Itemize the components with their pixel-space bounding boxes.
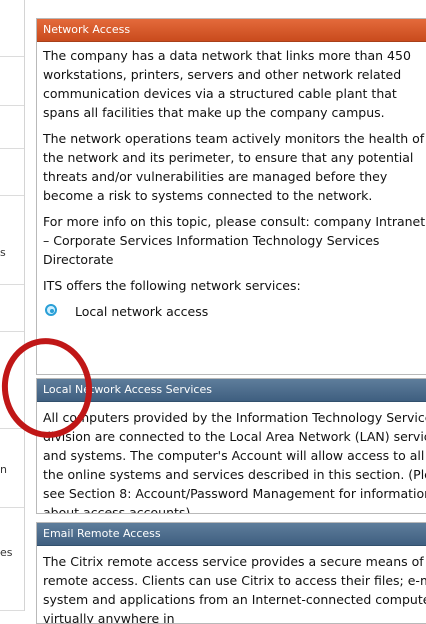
panel-body: All computers provided by the Informatio…	[37, 402, 426, 514]
paragraph: The company has a data network that link…	[43, 48, 411, 120]
paragraph: All computers provided by the Informatio…	[43, 410, 426, 514]
sidebar-row[interactable]	[0, 508, 24, 611]
panel-header: Network Access	[37, 19, 426, 42]
paragraph: For more info on this topic, please cons…	[43, 214, 426, 267]
paragraph: ITS offers the following network service…	[43, 278, 301, 293]
paragraph: The Citrix remote access service provide…	[43, 554, 426, 624]
service-list-item[interactable]: Local network access	[43, 302, 426, 324]
sidebar-row[interactable]	[0, 0, 24, 57]
sidebar-item-fragment: s	[0, 246, 6, 259]
panel-body: The Citrix remote access service provide…	[37, 546, 426, 624]
service-link[interactable]: Local network access	[75, 302, 208, 321]
bullet-icon	[45, 304, 57, 316]
panel-header: Local Network Access Services	[37, 379, 426, 402]
sidebar-row[interactable]	[0, 285, 24, 332]
sidebar-row[interactable]	[0, 57, 24, 106]
paragraph: The network operations team actively mon…	[43, 131, 425, 203]
sidebar-item-fragment: n	[0, 463, 7, 476]
column-gap	[25, 0, 36, 611]
email-remote-panel: Email Remote Access The Citrix remote ac…	[36, 522, 426, 624]
sidebar-row[interactable]	[0, 149, 24, 196]
sidebar-item-fragment: es	[0, 546, 13, 559]
network-access-panel: Network Access The company has a data ne…	[36, 18, 426, 375]
left-sidebar: s n es	[0, 0, 25, 611]
sidebar-row[interactable]	[0, 196, 24, 285]
panel-header: Email Remote Access	[37, 523, 426, 546]
panel-body: The company has a data network that link…	[37, 42, 426, 330]
lan-services-panel: Local Network Access Services All comput…	[36, 378, 426, 514]
sidebar-row[interactable]	[0, 106, 24, 149]
